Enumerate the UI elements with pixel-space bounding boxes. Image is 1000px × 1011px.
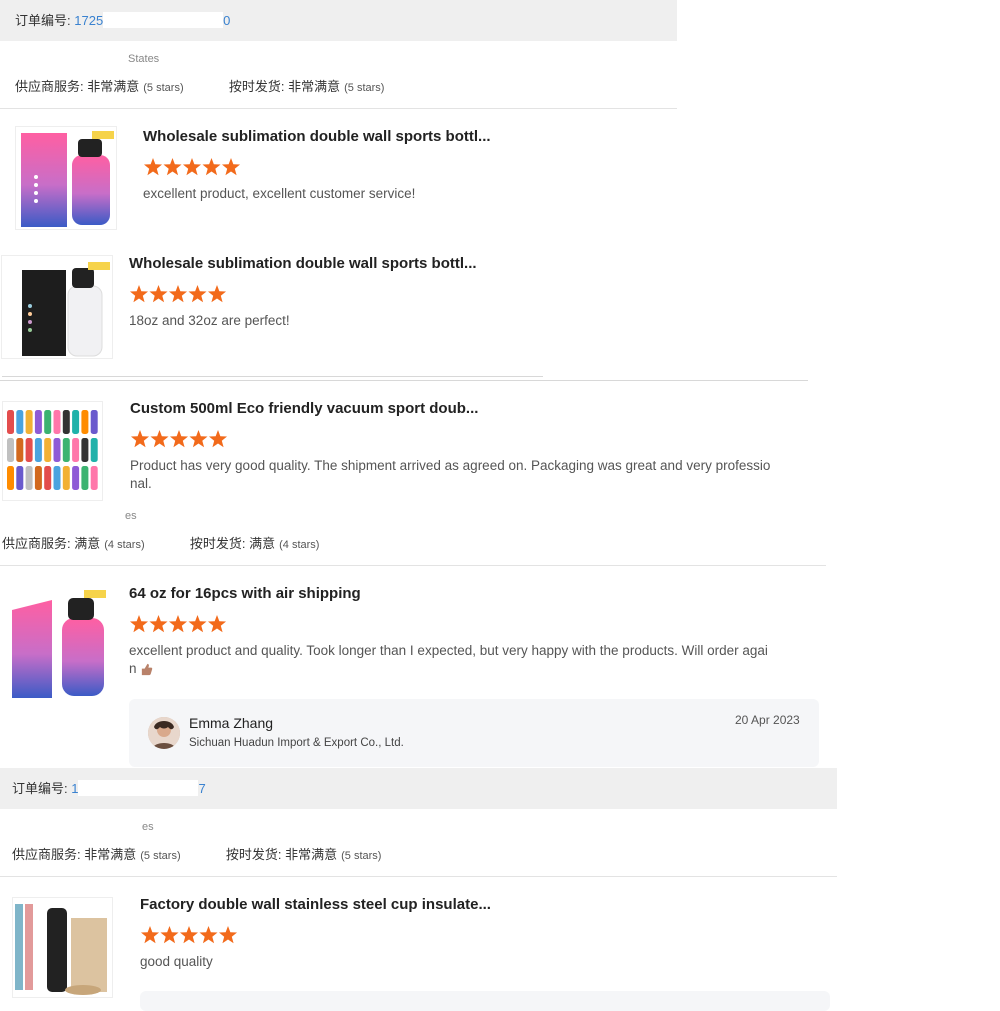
- product-title-link[interactable]: Custom 500ml Eco friendly vacuum sport d…: [130, 400, 478, 417]
- star-icon: [182, 158, 202, 176]
- star-icon: [199, 926, 218, 944]
- order-number-label: 订单编号:: [12, 781, 68, 796]
- review-text: excellent product and quality. Took long…: [129, 643, 768, 676]
- product-thumbnail[interactable]: [1, 255, 113, 359]
- order-number-link[interactable]: 17: [71, 780, 206, 797]
- order-ratings: 供应商服务: 非常满意 (5 stars) 按时发货: 非常满意 (5 stars): [15, 79, 385, 94]
- star-icon: [149, 615, 168, 633]
- star-icon: [208, 430, 228, 448]
- review-text: good quality: [140, 954, 213, 969]
- star-icon: [221, 158, 241, 176]
- star-icon: [188, 615, 207, 633]
- product-title-link[interactable]: Factory double wall stainless steel cup …: [140, 896, 491, 913]
- star-icon: [179, 926, 199, 944]
- star-icon: [143, 158, 163, 176]
- divider: [0, 876, 837, 877]
- supplier-reply: [140, 991, 830, 1011]
- divider: [0, 380, 808, 381]
- star-icon: [150, 430, 169, 448]
- star-icon: [163, 158, 182, 176]
- reply-company: Sichuan Huadun Import & Export Co., Ltd.: [189, 737, 404, 749]
- order-number-label: 订单编号:: [15, 13, 71, 28]
- product-title-link[interactable]: 64 oz for 16pcs with air shipping: [129, 585, 361, 602]
- product-thumbnail[interactable]: [15, 126, 117, 230]
- star-icon: [207, 615, 227, 633]
- reply-date: 20 Apr 2023: [735, 713, 800, 727]
- star-icon: [218, 926, 238, 944]
- buyer-country: es: [125, 510, 137, 522]
- star-icon: [149, 285, 168, 303]
- divider: [0, 565, 826, 566]
- buyer-country: es: [142, 821, 154, 833]
- star-icon: [202, 158, 221, 176]
- star-rating: [129, 285, 227, 303]
- order-header-1: 订单编号: 1725 0: [0, 0, 677, 41]
- star-icon: [169, 430, 189, 448]
- star-icon: [188, 285, 207, 303]
- star-rating: [129, 615, 227, 633]
- star-icon: [129, 285, 149, 303]
- order-ratings: 供应商服务: 满意 (4 stars) 按时发货: 满意 (4 stars): [2, 536, 320, 551]
- product-thumbnail[interactable]: [2, 401, 103, 501]
- star-rating: [143, 158, 241, 176]
- star-rating: [130, 430, 228, 448]
- order-ratings: 供应商服务: 非常满意 (5 stars) 按时发货: 非常满意 (5 stars): [12, 847, 382, 862]
- avatar: [148, 717, 180, 749]
- star-icon: [207, 285, 227, 303]
- star-rating: [140, 926, 238, 944]
- star-icon: [130, 430, 150, 448]
- reply-author-name: Emma Zhang: [189, 715, 274, 731]
- divider: [0, 108, 677, 109]
- order-header-2: 订单编号: 17: [0, 768, 837, 809]
- thumbs-up-emoji-icon: [142, 663, 153, 676]
- star-icon: [168, 615, 188, 633]
- product-thumbnail[interactable]: [12, 897, 113, 998]
- supplier-reply: [129, 699, 819, 767]
- review-text: 18oz and 32oz are perfect!: [129, 313, 290, 328]
- review-text: excellent product, excellent customer se…: [143, 186, 416, 201]
- star-icon: [140, 926, 160, 944]
- star-icon: [129, 615, 149, 633]
- star-icon: [160, 926, 179, 944]
- product-title-link[interactable]: Wholesale sublimation double wall sports…: [143, 128, 491, 145]
- star-icon: [189, 430, 208, 448]
- divider: [2, 376, 543, 377]
- star-icon: [168, 285, 188, 303]
- order-number-link[interactable]: 1725 0: [74, 12, 230, 29]
- review-text: Product has very good quality. The shipm…: [130, 458, 771, 491]
- product-title-link[interactable]: Wholesale sublimation double wall sports…: [129, 255, 477, 272]
- buyer-country: States: [128, 53, 160, 65]
- product-thumbnail[interactable]: [10, 586, 108, 700]
